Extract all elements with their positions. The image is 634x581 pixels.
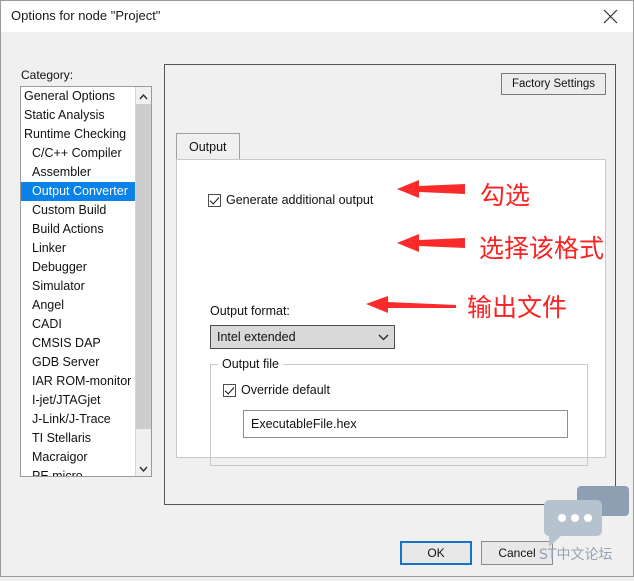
sidebar-item-linker[interactable]: Linker [21,239,135,258]
sidebar-item-output-converter[interactable]: Output Converter [21,182,135,201]
output-format-select[interactable]: Intel extended [210,325,395,349]
generate-additional-output-label: Generate additional output [226,193,374,207]
sidebar-item-runtime-checking[interactable]: Runtime Checking [21,125,135,144]
category-list-box: General Options Static Analysis Runtime … [20,86,152,477]
sidebar-item-general-options[interactable]: General Options [21,87,135,106]
speech-bubble-icon [517,486,634,581]
window-title: Options for node "Project" [11,8,161,23]
output-format-label: Output format: [210,304,290,318]
checkbox-box [208,193,221,207]
sidebar-item-cmsis-dap[interactable]: CMSIS DAP [21,334,135,353]
sidebar-item-static-analysis[interactable]: Static Analysis [21,106,135,125]
factory-settings-button[interactable]: Factory Settings [501,73,606,95]
sidebar-item-macraigor[interactable]: Macraigor [21,448,135,467]
category-label: Category: [21,68,74,82]
output-file-legend: Output file [218,357,283,371]
tab-strip: Output [176,133,606,159]
cancel-button[interactable]: Cancel [481,541,553,565]
sidebar-item-i-jet-jtagjet[interactable]: I-jet/JTAGjet [21,391,135,410]
sidebar-item-pe-micro[interactable]: PE micro [21,467,135,476]
scrollbar-thumb[interactable] [136,104,151,429]
sidebar-item-c-cpp-compiler[interactable]: C/C++ Compiler [21,144,135,163]
chevron-up-icon [139,89,148,103]
sidebar-item-build-actions[interactable]: Build Actions [21,220,135,239]
ok-button[interactable]: OK [400,541,472,565]
sidebar-item-angel[interactable]: Angel [21,296,135,315]
override-default-label: Override default [241,383,330,397]
sidebar-item-assembler[interactable]: Assembler [21,163,135,182]
scroll-up-button[interactable] [136,87,151,104]
title-bar: Options for node "Project" [1,1,633,32]
sidebar-item-ti-stellaris[interactable]: TI Stellaris [21,429,135,448]
category-list[interactable]: General Options Static Analysis Runtime … [21,87,135,476]
options-dialog: Options for node "Project" Category: Gen… [0,0,634,577]
scroll-down-button[interactable] [136,459,151,476]
tab-output[interactable]: Output [176,133,240,159]
sidebar-item-j-link-j-trace[interactable]: J-Link/J-Trace [21,410,135,429]
sidebar-item-debugger[interactable]: Debugger [21,258,135,277]
sidebar-item-cadi[interactable]: CADI [21,315,135,334]
close-button[interactable] [587,1,633,31]
chevron-down-icon [139,461,148,475]
generate-additional-output-checkbox[interactable]: Generate additional output [208,193,373,207]
checkbox-box [223,383,236,397]
output-format-value: Intel extended [217,330,296,344]
override-default-checkbox[interactable]: Override default [223,383,330,397]
tab-content-output: Generate additional output Output format… [176,159,606,466]
sidebar-item-iar-rom-monitor[interactable]: IAR ROM-monitor [21,372,135,391]
sidebar-item-simulator[interactable]: Simulator [21,277,135,296]
sidebar-item-gdb-server[interactable]: GDB Server [21,353,135,372]
close-icon [603,9,618,24]
settings-panel: Factory Settings Output Generate additio… [164,64,616,505]
category-scrollbar[interactable] [135,87,151,476]
sidebar-item-custom-build[interactable]: Custom Build [21,201,135,220]
chevron-down-icon [372,334,394,341]
output-filename-input[interactable]: ExecutableFile.hex [243,410,568,438]
